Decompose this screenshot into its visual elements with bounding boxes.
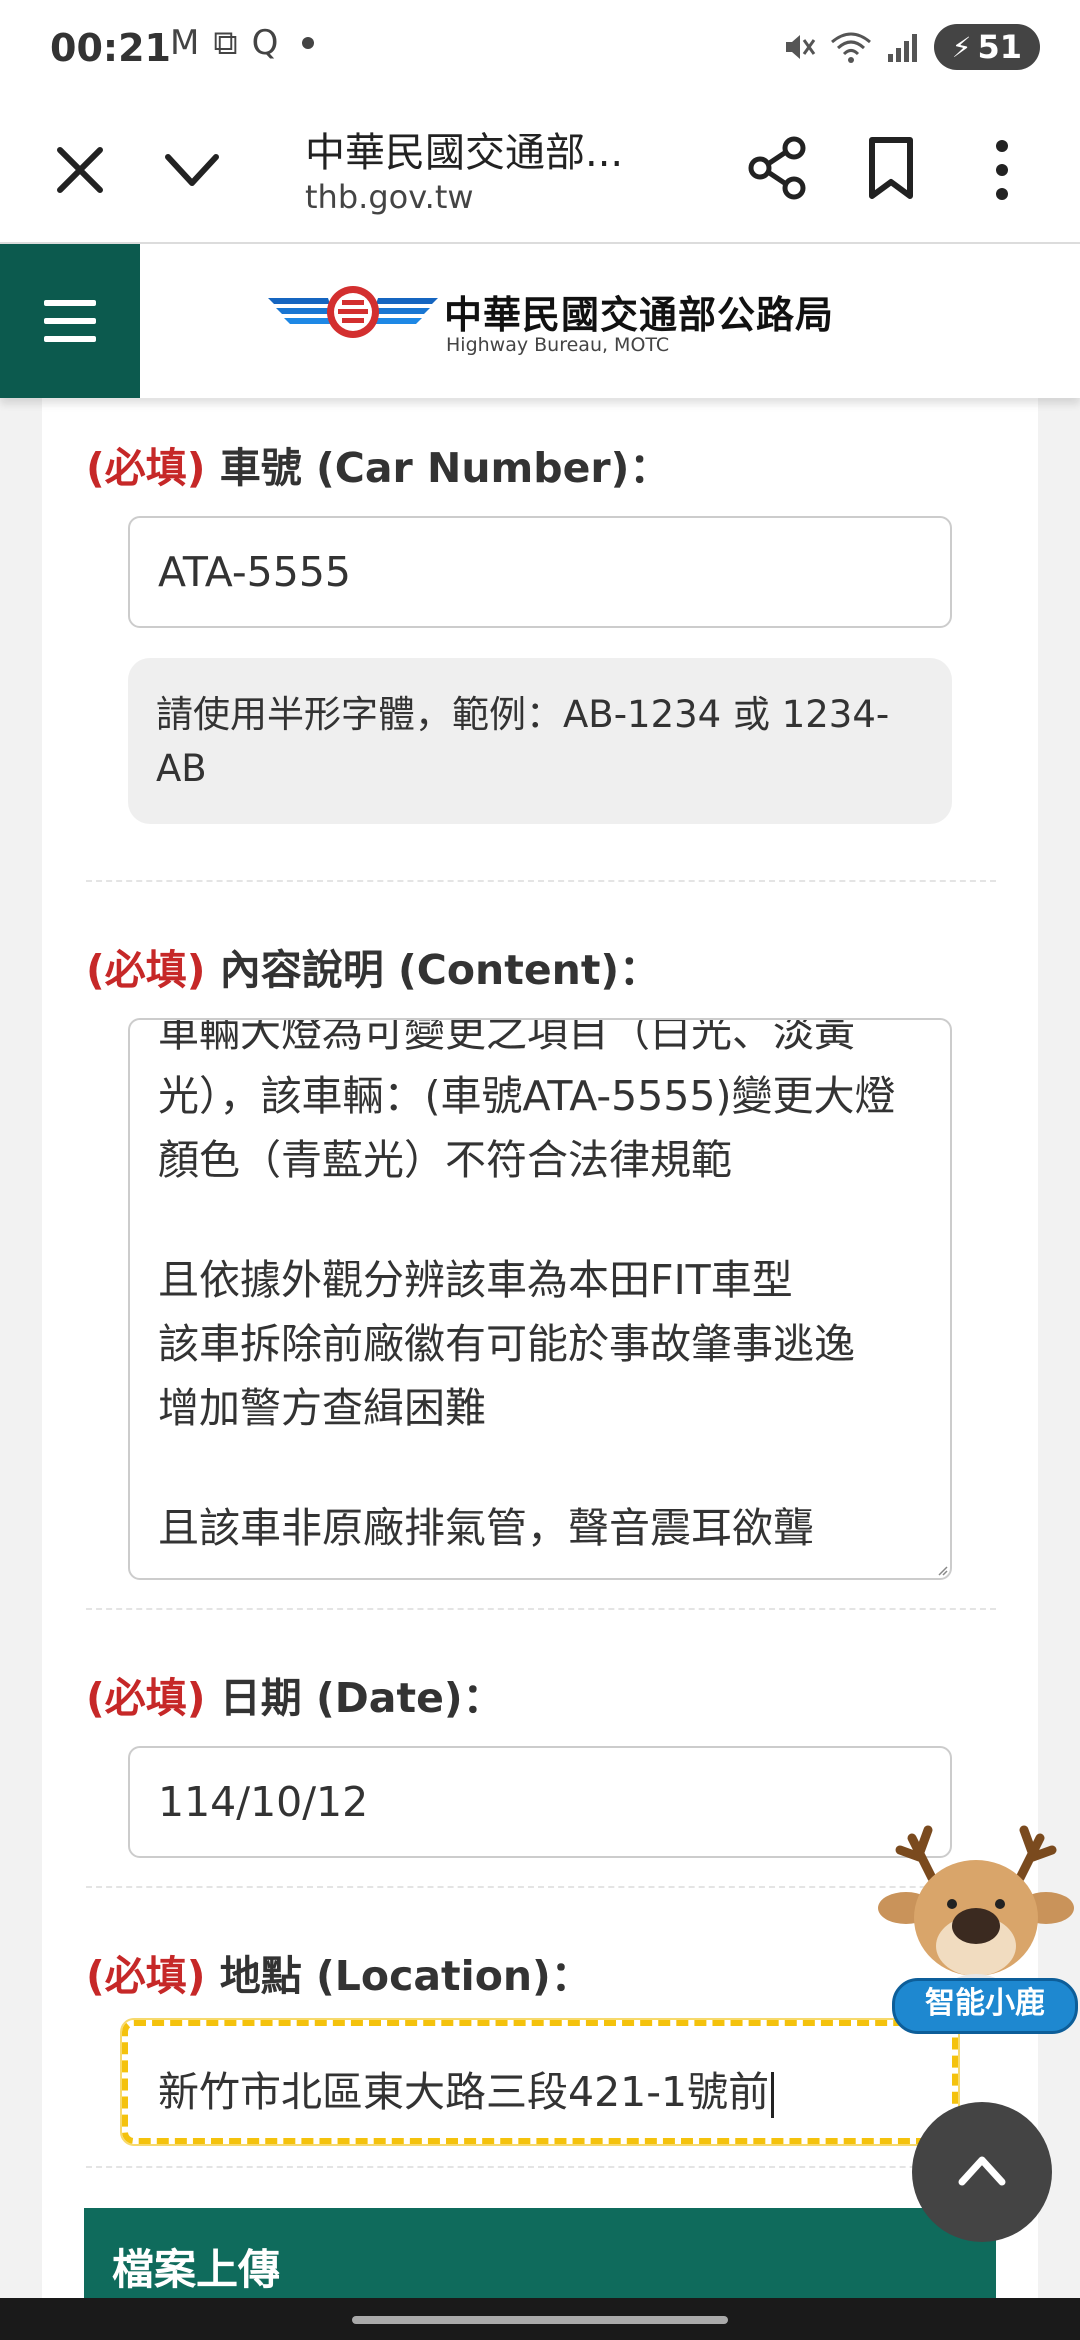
battery-level: 51: [977, 28, 1022, 66]
back-to-top-button[interactable]: [912, 2102, 1052, 2242]
system-nav-bar: [0, 2298, 1080, 2340]
location-input[interactable]: 新竹市北區東大路三段421-1號前: [120, 2018, 960, 2146]
location-label-text: 地點 (Location)：: [219, 1952, 592, 2000]
required-tag: (必填): [86, 1674, 206, 1722]
required-tag: (必填): [86, 444, 206, 492]
page-title[interactable]: 中華民國交通部...: [305, 120, 623, 178]
menu-button[interactable]: [0, 244, 140, 398]
q-app-icon: Q: [251, 23, 279, 63]
home-gesture-handle[interactable]: [352, 2316, 728, 2324]
hint-line-1: 請使用半形字體，範例：AB-1234 或 1234-: [156, 693, 890, 736]
content-line: [158, 1192, 938, 1248]
required-tag: (必填): [86, 1952, 206, 2000]
share-icon[interactable]: [748, 136, 808, 200]
content-label-text: 內容說明 (Content)：: [219, 946, 661, 994]
divider: [86, 2166, 996, 2168]
content-textarea[interactable]: 車輛大燈為可變更之項目（白光、淡黃 光），該車輛：(車號ATA-5555)變更大…: [128, 1018, 952, 1580]
content-line: 增加警方查緝困難: [158, 1384, 486, 1432]
car-number-hint: 請使用半形字體，範例：AB-1234 或 1234- AB: [128, 658, 952, 824]
charging-icon: ⚡: [951, 30, 972, 64]
content-text: 車輛大燈為可變更之項目（白光、淡黃 光），該車輛：(車號ATA-5555)變更大…: [158, 1018, 938, 1560]
car-number-label-text: 車號 (Car Number)：: [219, 444, 671, 492]
bookmark-icon[interactable]: [866, 136, 916, 200]
browser-toolbar: 中華民國交通部... thb.gov.tw: [0, 100, 1080, 244]
site-header: 中華民國交通部公路局 Highway Bureau, MOTC: [0, 244, 1080, 398]
mute-icon: [785, 35, 816, 59]
content-line: [158, 1440, 938, 1496]
site-subtitle: Highway Bureau, MOTC: [446, 334, 670, 356]
content-line: 且依據外觀分辨該車為本田FIT車型: [158, 1256, 793, 1304]
site-title: 中華民國交通部公路局: [444, 293, 835, 337]
date-label-text: 日期 (Date)：: [219, 1674, 504, 1722]
chevron-down-icon[interactable]: [162, 145, 222, 195]
date-value: 114/10/12: [158, 1778, 369, 1826]
content-line: 該車拆除前廠徽有可能於事故肇事逃逸: [158, 1320, 855, 1368]
content-line: 光），該車輛：(車號ATA-5555)變更大燈: [158, 1072, 896, 1120]
page-url[interactable]: thb.gov.tw: [305, 178, 474, 216]
location-value: 新竹市北區東大路三段421-1號前: [158, 2058, 775, 2118]
date-label: (必填) 日期 (Date)：: [86, 1664, 504, 1724]
screenshot-icon: ⧉: [213, 23, 238, 63]
location-value-text: 新竹市北區東大路三段421-1號前: [158, 2068, 770, 2116]
battery-icon: ⚡ 51: [933, 24, 1040, 70]
required-tag: (必填): [86, 946, 206, 994]
hint-line-2: AB: [156, 747, 207, 790]
car-number-input[interactable]: ATA-5555: [128, 516, 952, 628]
content-line: 顏色（青藍光）不符合法律規範: [158, 1136, 732, 1184]
status-time: 00:21: [50, 26, 171, 70]
more-options-icon[interactable]: [990, 138, 1014, 202]
text-caret: [771, 2072, 775, 2118]
divider: [86, 880, 996, 882]
content-line: 且該車非原廠排氣管，聲音震耳欲聾: [158, 1504, 814, 1552]
signal-icon: [887, 34, 917, 62]
location-label: (必填) 地點 (Location)：: [86, 1942, 592, 2002]
upload-section-header: 檔案上傳: [84, 2208, 996, 2300]
resize-handle-icon[interactable]: [936, 1564, 948, 1576]
status-bar: 00:21 M ⧉ Q ⚡ 51: [0, 0, 1080, 100]
close-icon[interactable]: [50, 140, 110, 200]
mascot-label[interactable]: 智能小鹿: [892, 1978, 1078, 2034]
wifi-icon: [830, 32, 871, 63]
content-line: 車輛大燈為可變更之項目（白光、淡黃: [158, 1018, 855, 1056]
notification-icons: M ⧉ Q: [170, 23, 315, 63]
system-icons: ⚡ 51: [782, 24, 1040, 70]
gmail-icon: M: [170, 23, 200, 63]
content-label: (必填) 內容說明 (Content)：: [86, 936, 660, 996]
dot-icon: [302, 37, 315, 49]
chevron-up-icon: [958, 2156, 1006, 2186]
divider: [86, 1886, 996, 1888]
divider: [86, 1608, 996, 1610]
car-number-value: ATA-5555: [158, 548, 352, 596]
date-input[interactable]: 114/10/12: [128, 1746, 952, 1858]
highway-bureau-logo: [268, 286, 438, 338]
car-number-label: (必填) 車號 (Car Number)：: [86, 434, 670, 494]
upload-section-title: 檔案上傳: [112, 2245, 281, 2294]
